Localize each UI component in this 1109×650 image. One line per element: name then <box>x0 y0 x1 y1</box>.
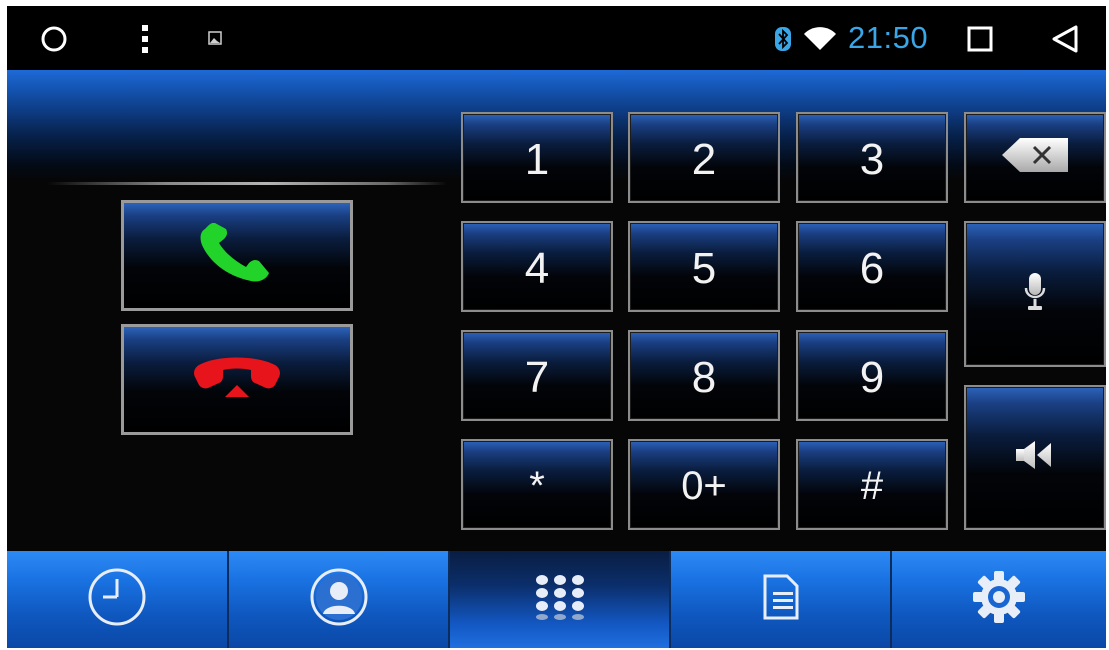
status-clock: 21:50 <box>848 20 929 55</box>
backspace-button[interactable] <box>964 112 1106 203</box>
wifi-icon <box>802 26 838 52</box>
back-triangle-icon[interactable] <box>1049 22 1081 56</box>
hang-up-button[interactable] <box>121 324 353 435</box>
key-8[interactable]: 8 <box>628 330 780 421</box>
contact-person-icon <box>307 565 371 634</box>
overflow-menu-icon[interactable] <box>135 22 155 56</box>
tab-contacts[interactable] <box>229 551 450 648</box>
dialpad-grid-icon <box>533 573 587 626</box>
key-9-label: 9 <box>859 352 885 402</box>
key-7-label: 7 <box>524 352 550 402</box>
answer-call-button[interactable] <box>121 200 353 311</box>
key-zero-plus-label: 0+ <box>681 464 727 508</box>
key-hash-label: # <box>860 464 884 508</box>
image-notification-icon <box>207 30 223 46</box>
microphone-icon <box>1024 272 1046 317</box>
key-4[interactable]: 4 <box>461 221 613 312</box>
phone-answer-icon <box>197 222 277 288</box>
key-2[interactable]: 2 <box>628 112 780 203</box>
speaker-transfer-icon <box>1015 440 1055 475</box>
document-icon <box>761 574 801 625</box>
key-5[interactable]: 5 <box>628 221 780 312</box>
status-bar: 21:50 <box>7 6 1106 70</box>
key-1-label: 1 <box>524 134 550 184</box>
key-4-label: 4 <box>524 243 550 293</box>
microphone-button[interactable] <box>964 221 1106 367</box>
bottom-nav <box>7 551 1106 648</box>
key-hash[interactable]: # <box>796 439 948 530</box>
key-1[interactable]: 1 <box>461 112 613 203</box>
key-5-label: 5 <box>691 243 717 293</box>
key-9[interactable]: 9 <box>796 330 948 421</box>
clock-icon <box>85 565 149 634</box>
home-circle-icon[interactable] <box>39 24 69 54</box>
tab-dialpad[interactable] <box>450 551 671 648</box>
backspace-icon <box>1000 136 1070 179</box>
key-3-label: 3 <box>859 134 885 184</box>
key-6-label: 6 <box>859 243 885 293</box>
recents-square-icon[interactable] <box>965 24 995 54</box>
key-3[interactable]: 3 <box>796 112 948 203</box>
key-2-label: 2 <box>691 134 717 184</box>
gear-icon <box>971 569 1027 630</box>
key-7[interactable]: 7 <box>461 330 613 421</box>
tab-call-log[interactable] <box>7 551 229 648</box>
key-8-label: 8 <box>691 352 717 402</box>
audio-transfer-button[interactable] <box>964 385 1106 530</box>
phone-hangup-icon <box>191 355 283 404</box>
tab-sms[interactable] <box>671 551 892 648</box>
key-6[interactable]: 6 <box>796 221 948 312</box>
bluetooth-icon <box>774 26 792 52</box>
phone-app-screen: 21:50 1 2 3 4 5 6 7 8 9 * 0+ # <box>7 6 1106 648</box>
tab-settings[interactable] <box>892 551 1106 648</box>
key-zero-plus[interactable]: 0+ <box>628 439 780 530</box>
key-star-label: * <box>529 464 545 508</box>
divider-line <box>47 182 447 185</box>
key-star[interactable]: * <box>461 439 613 530</box>
